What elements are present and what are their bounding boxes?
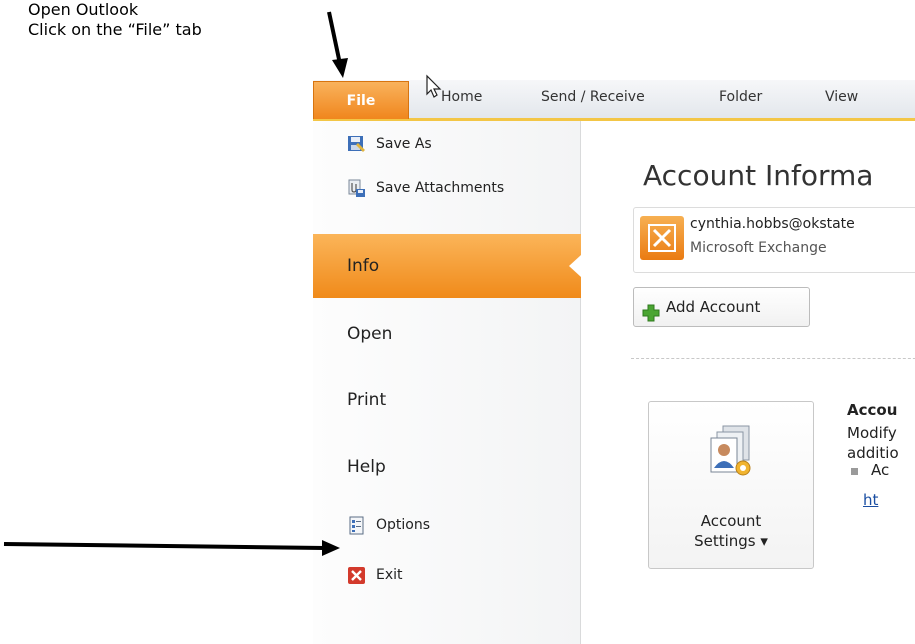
annotation-overlay xyxy=(3,11,442,556)
arrow-to-file-tab xyxy=(327,11,348,78)
arrow-to-options xyxy=(3,540,340,556)
mouse-cursor-icon xyxy=(426,74,442,98)
